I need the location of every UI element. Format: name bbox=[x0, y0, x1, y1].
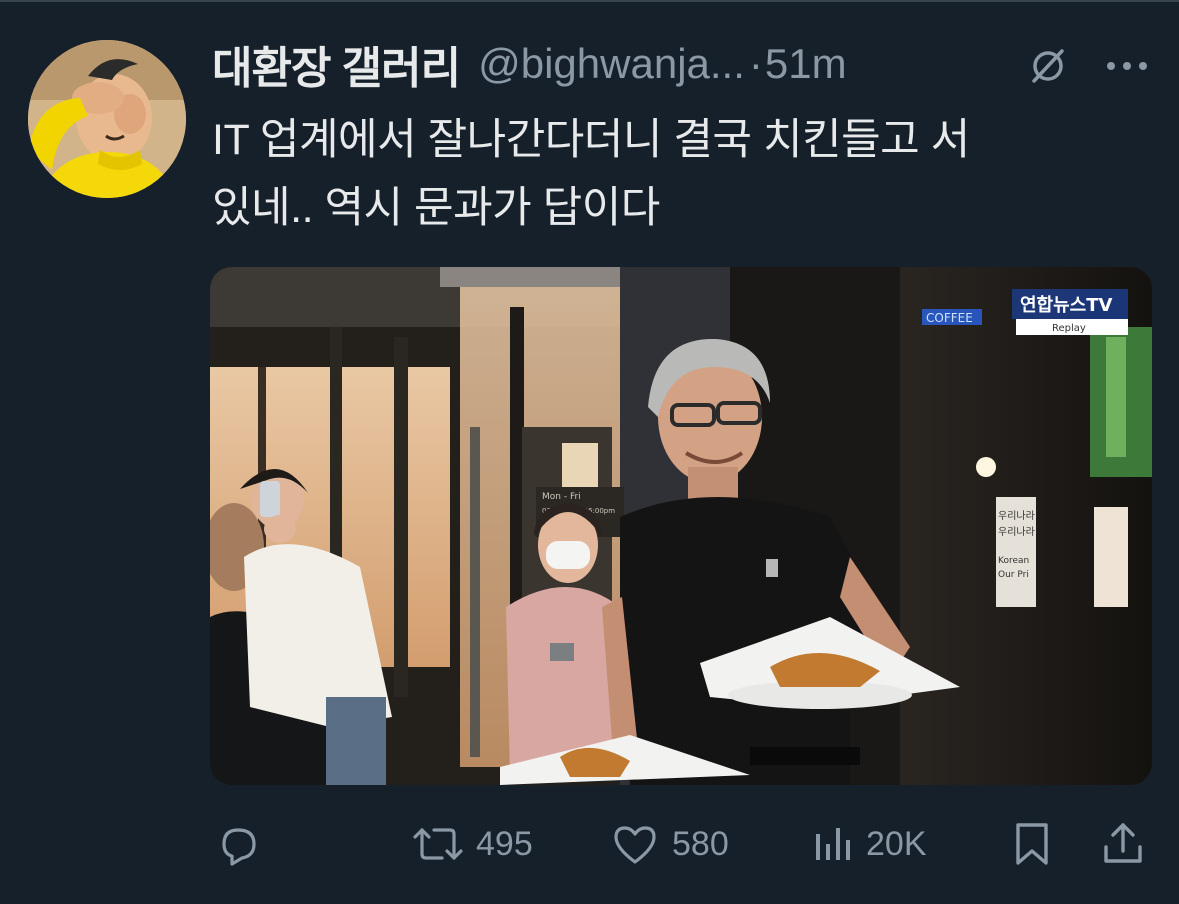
views-button[interactable]: 20K bbox=[810, 812, 927, 876]
action-bar: 495 580 20K bbox=[0, 812, 1179, 876]
tweet-text: IT 업계에서 잘나간다더니 결국 치킨들고 서 있네.. 역시 문과가 답이다 bbox=[212, 106, 1152, 242]
tweet-header: 대환장 갤러리 @bighwanja... · 51m bbox=[212, 34, 1162, 94]
poster-text-4: Our Pri bbox=[998, 570, 1029, 580]
timestamp[interactable]: 51m bbox=[765, 40, 847, 88]
retweet-count: 495 bbox=[476, 824, 533, 863]
share-icon bbox=[1104, 823, 1142, 863]
avatar-image bbox=[28, 40, 186, 198]
retweet-icon bbox=[413, 828, 463, 860]
tweet-text-line: 있네.. 역시 문과가 답이다 bbox=[212, 184, 660, 232]
poster-text-3: Korean bbox=[998, 556, 1029, 566]
user-handle[interactable]: @bighwanja... bbox=[478, 40, 745, 88]
like-button[interactable]: 580 bbox=[610, 812, 729, 876]
broadcaster-logo: 연합뉴스TV bbox=[1020, 294, 1113, 316]
avatar[interactable] bbox=[28, 40, 186, 198]
reply-button[interactable] bbox=[214, 812, 262, 876]
separator-dot: · bbox=[748, 40, 763, 87]
bookmark-button[interactable] bbox=[1010, 812, 1054, 876]
more-options-icon[interactable] bbox=[1104, 46, 1150, 86]
tweet-text-line: IT 업계에서 잘나간다더니 결국 치킨들고 서 bbox=[212, 116, 970, 164]
tweet-media-image[interactable]: COFFEE 우리나라 우리나라 Korean Our Pri Mon - Fr… bbox=[210, 267, 1152, 785]
tweet[interactable]: 대환장 갤러리 @bighwanja... · 51m IT 업계에서 잘나간다… bbox=[0, 0, 1179, 904]
views-icon bbox=[816, 828, 850, 860]
poster-text-2: 우리나라 bbox=[998, 526, 1035, 538]
heart-icon bbox=[614, 826, 656, 864]
hours-text: Mon - Fri bbox=[542, 492, 581, 502]
replay-badge: Replay bbox=[1052, 323, 1086, 334]
views-count: 20K bbox=[866, 824, 927, 863]
muted-icon bbox=[1026, 46, 1070, 86]
bookmark-icon bbox=[1016, 823, 1048, 865]
like-count: 580 bbox=[672, 824, 729, 863]
retweet-button[interactable]: 495 bbox=[412, 812, 533, 876]
coffee-sign-text: COFFEE bbox=[926, 311, 973, 325]
share-button[interactable] bbox=[1100, 812, 1146, 876]
reply-icon bbox=[222, 828, 256, 866]
display-name[interactable]: 대환장 갤러리 bbox=[212, 32, 461, 96]
poster-text-1: 우리나라 bbox=[998, 510, 1035, 522]
